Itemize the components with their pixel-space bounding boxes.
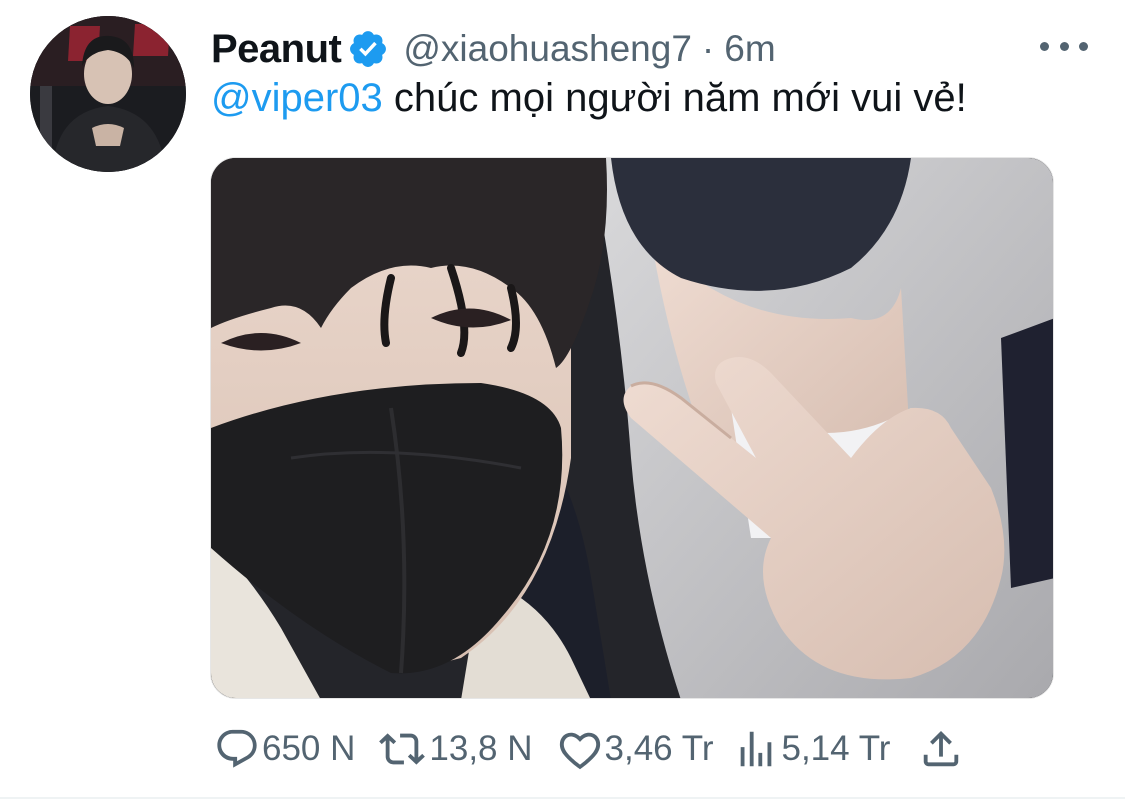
selfie-photo [211,158,1053,698]
reply-count: 650 N [262,729,356,768]
retweet-count: 13,8 N [429,729,533,768]
more-dot [1040,41,1049,51]
tweet-action-bar: 650 N 13,8 N 3,46 Tr 5,14 Tr [214,722,964,776]
bar-chart-icon [741,731,772,767]
like-button[interactable]: 3,46 Tr [557,726,714,772]
reply-button[interactable]: 650 N [214,726,355,772]
retweet-button[interactable]: 13,8 N [377,726,533,772]
avatar-photo [30,16,186,172]
more-dot [1059,41,1069,51]
views-count: 5,14 Tr [781,729,891,768]
profile-avatar[interactable] [30,16,186,172]
tweet-text: @viper03 chúc mọi người năm mới vui vẻ! [211,72,967,124]
views-button[interactable]: 5,14 Tr [733,726,890,772]
more-horizontal-icon[interactable] [1040,36,1088,56]
tweet-timestamp[interactable]: 6m [724,28,775,70]
share-upload-icon [924,730,959,767]
attached-photo[interactable] [210,157,1054,699]
tweet-body: chúc mọi người năm mới vui vẻ! [393,76,967,120]
like-count: 3,46 Tr [604,729,714,768]
share-button[interactable] [918,726,964,772]
verified-badge-icon [347,28,389,70]
more-dot [1079,41,1088,51]
mention-link[interactable]: @viper03 [211,76,383,120]
author-display-name[interactable]: Peanut [211,27,342,72]
header-separator: · [701,28,715,69]
heart-icon [559,732,600,770]
reply-bubble-icon [217,729,257,768]
author-handle[interactable]: @xiaohuasheng7 [403,28,692,70]
tweet-header: Peanut @xiaohuasheng7 · 6m [211,23,776,75]
retweet-icon [379,733,426,765]
